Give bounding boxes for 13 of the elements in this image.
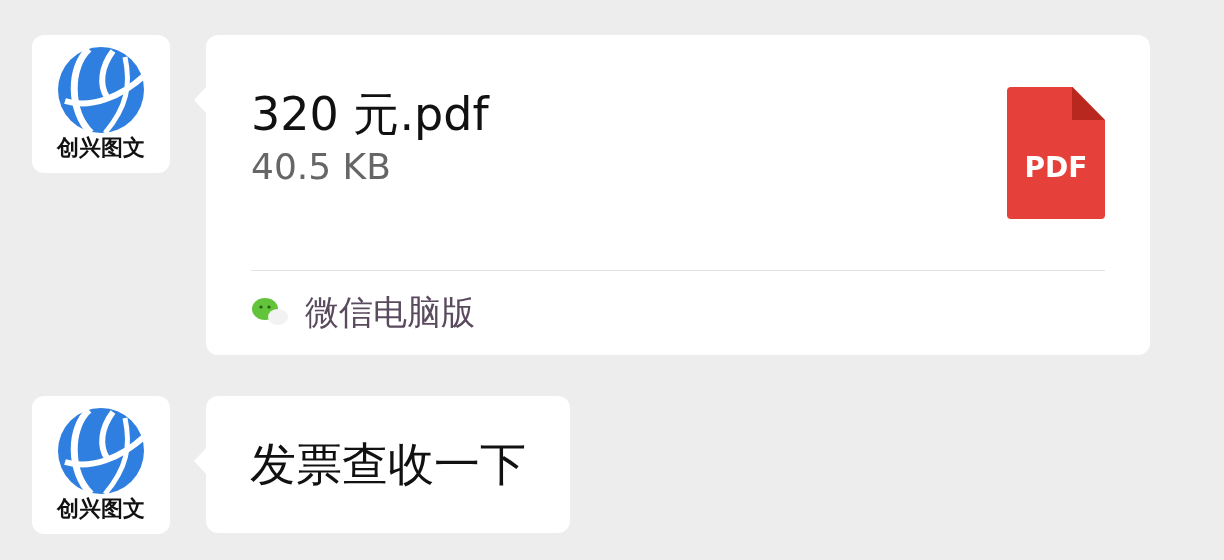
logo-label: 创兴图文 bbox=[57, 498, 145, 520]
file-name: 320 元.pdf bbox=[251, 86, 489, 143]
pdf-file-icon: PDF bbox=[1007, 87, 1105, 219]
globe-logo-icon bbox=[55, 406, 147, 496]
avatar[interactable]: 创兴图文 bbox=[32, 396, 170, 534]
avatar[interactable]: 创兴图文 bbox=[32, 35, 170, 173]
text-message-bubble[interactable]: 发票查收一下 bbox=[206, 396, 570, 533]
logo-label: 创兴图文 bbox=[57, 137, 145, 159]
file-size: 40.5 KB bbox=[251, 145, 392, 189]
source-label: 微信电脑版 bbox=[305, 290, 475, 334]
file-message-card[interactable]: 320 元.pdf 40.5 KB PDF 微信电脑版 bbox=[206, 35, 1150, 355]
globe-logo-icon bbox=[55, 45, 147, 135]
chat-bubbles-icon bbox=[251, 297, 289, 327]
